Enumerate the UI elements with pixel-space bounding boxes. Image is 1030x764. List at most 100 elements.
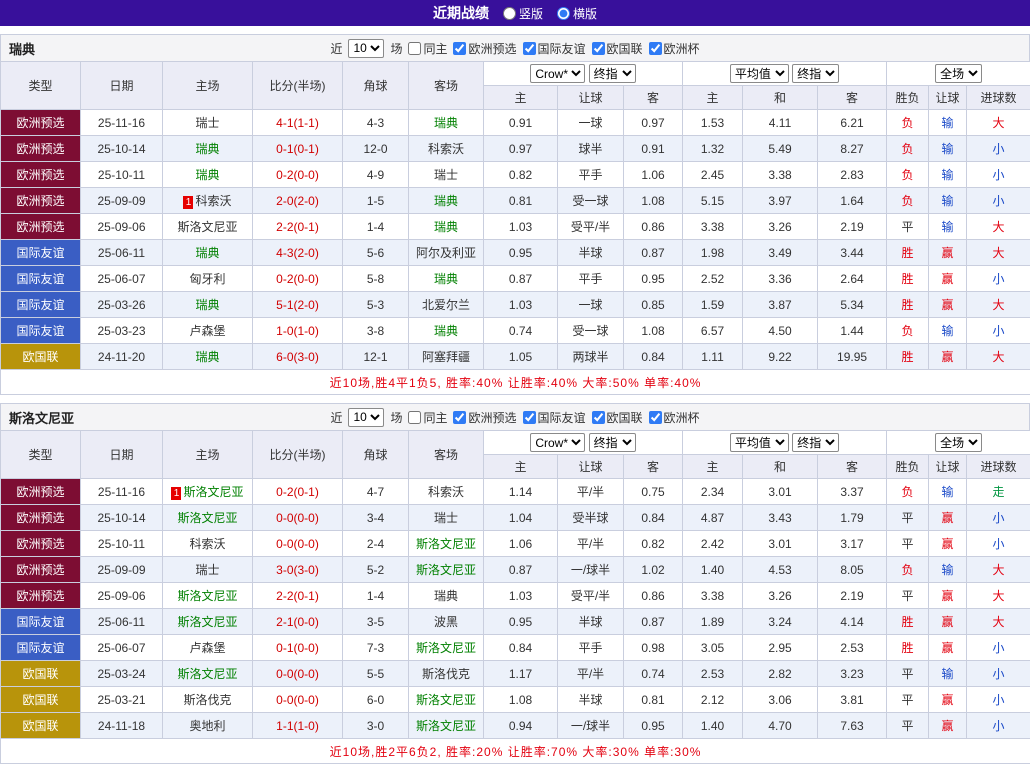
- match-score[interactable]: 0-0(0-0): [253, 687, 343, 713]
- avg-away-cell: 8.05: [818, 557, 887, 583]
- match-count-select[interactable]: 10: [348, 39, 384, 58]
- match-score[interactable]: 2-2(0-1): [253, 583, 343, 609]
- same-home-checkbox[interactable]: [408, 411, 421, 424]
- away-team-name: 斯洛文尼亚: [416, 641, 476, 655]
- handicap-cell: 平手: [558, 162, 624, 188]
- match-score[interactable]: 0-0(0-0): [253, 531, 343, 557]
- result-cell: 负: [887, 479, 929, 505]
- match-score[interactable]: 0-0(0-0): [253, 661, 343, 687]
- vertical-radio[interactable]: [503, 7, 516, 20]
- handicap-result-cell: 输: [929, 188, 967, 214]
- result-cell: 胜: [887, 292, 929, 318]
- scope-select[interactable]: 全场: [935, 64, 982, 83]
- same-home-filter[interactable]: 同主: [408, 409, 447, 426]
- same-home-filter[interactable]: 同主: [408, 40, 447, 57]
- view-option-vertical[interactable]: 竖版: [503, 5, 543, 22]
- home-team-name: 瑞典: [195, 298, 219, 312]
- match-score[interactable]: 0-2(0-0): [253, 162, 343, 188]
- avg-draw-cell: 3.06: [743, 687, 818, 713]
- match-type-badge: 国际友谊: [1, 318, 81, 344]
- home-team-cell: 奥地利: [163, 713, 253, 739]
- odds-company-select[interactable]: Crow*: [530, 433, 585, 452]
- match-score[interactable]: 5-1(2-0): [253, 292, 343, 318]
- league-filter-eurocup[interactable]: 欧洲杯: [649, 409, 700, 426]
- euro-qualifier-checkbox[interactable]: [453, 42, 466, 55]
- scope-select[interactable]: 全场: [935, 433, 982, 452]
- league-filter-eurocup[interactable]: 欧洲杯: [649, 40, 700, 57]
- average-time-select[interactable]: 终指: [792, 433, 839, 452]
- league-filter-euro-qualifier[interactable]: 欧洲预选: [453, 409, 516, 426]
- league-filter-euro-qualifier[interactable]: 欧洲预选: [453, 40, 516, 57]
- home-odds-cell: 0.84: [484, 635, 558, 661]
- match-score[interactable]: 0-2(0-0): [253, 266, 343, 292]
- eurocup-checkbox[interactable]: [649, 411, 662, 424]
- subcol-handicap: 让球: [558, 455, 624, 479]
- handicap-cell: 一球: [558, 110, 624, 136]
- eurocup-checkbox[interactable]: [649, 42, 662, 55]
- league-filter-nations[interactable]: 欧国联: [592, 40, 643, 57]
- odds-company-time-select[interactable]: 终指: [589, 64, 636, 83]
- match-date: 25-06-11: [81, 240, 163, 266]
- match-score[interactable]: 0-1(0-0): [253, 635, 343, 661]
- team-name: 斯洛文尼亚: [9, 408, 74, 427]
- away-team-cell: 瑞典: [409, 214, 484, 240]
- avg-draw-cell: 3.43: [743, 505, 818, 531]
- corner-score: 3-4: [343, 505, 409, 531]
- goals-result-cell: 大: [967, 292, 1030, 318]
- match-type-badge: 国际友谊: [1, 240, 81, 266]
- odds-company-select[interactable]: Crow*: [530, 64, 585, 83]
- col-corner: 角球: [343, 431, 409, 479]
- horizontal-radio-label: 横版: [573, 5, 597, 22]
- match-score[interactable]: 6-0(3-0): [253, 344, 343, 370]
- friendly-checkbox[interactable]: [523, 42, 536, 55]
- match-score[interactable]: 0-0(0-0): [253, 505, 343, 531]
- match-score[interactable]: 3-0(3-0): [253, 557, 343, 583]
- away-odds-cell: 1.08: [624, 318, 683, 344]
- same-home-checkbox[interactable]: [408, 42, 421, 55]
- match-score[interactable]: 2-0(2-0): [253, 188, 343, 214]
- result-cell: 平: [887, 531, 929, 557]
- handicap-result-cell: 赢: [929, 583, 967, 609]
- home-team-name: 斯洛文尼亚: [177, 511, 237, 525]
- match-score[interactable]: 1-0(1-0): [253, 318, 343, 344]
- home-team-name: 斯洛文尼亚: [183, 485, 243, 499]
- league-filter-friendly[interactable]: 国际友谊: [523, 409, 586, 426]
- nations-checkbox[interactable]: [592, 42, 605, 55]
- goals-result-cell: 大: [967, 214, 1030, 240]
- match-row: 欧洲预选25-10-11瑞典0-2(0-0)4-9瑞士0.82平手1.062.4…: [1, 162, 1030, 188]
- goals-result-cell: 小: [967, 188, 1030, 214]
- handicap-cell: 受平/半: [558, 583, 624, 609]
- odds-company-time-select[interactable]: 终指: [589, 433, 636, 452]
- match-score[interactable]: 2-1(0-0): [253, 609, 343, 635]
- corner-score: 5-8: [343, 266, 409, 292]
- match-score[interactable]: 4-3(2-0): [253, 240, 343, 266]
- handicap-result-cell: 赢: [929, 713, 967, 739]
- away-odds-cell: 1.02: [624, 557, 683, 583]
- match-date: 25-11-16: [81, 110, 163, 136]
- results-table: 类型 日期 主场 比分(半场) 角球 客场 Crow* 终指 平均值 终指 全场: [0, 61, 1030, 395]
- nations-checkbox[interactable]: [592, 411, 605, 424]
- match-date: 25-10-11: [81, 162, 163, 188]
- euro-qualifier-checkbox[interactable]: [453, 411, 466, 424]
- subcol-result: 胜负: [887, 455, 929, 479]
- view-option-horizontal[interactable]: 横版: [557, 5, 597, 22]
- average-time-select[interactable]: 终指: [792, 64, 839, 83]
- friendly-checkbox[interactable]: [523, 411, 536, 424]
- horizontal-radio[interactable]: [557, 7, 570, 20]
- match-score[interactable]: 4-1(1-1): [253, 110, 343, 136]
- away-team-name: 阿尔及利亚: [416, 246, 476, 260]
- home-team-name: 科索沃: [195, 194, 231, 208]
- match-score[interactable]: 1-1(1-0): [253, 713, 343, 739]
- avg-draw-cell: 3.24: [743, 609, 818, 635]
- team-section-sweden: 瑞典 近 10 场 同主 欧洲预选 国际友谊 欧国联 欧洲杯 类型 日期 主场 …: [0, 34, 1030, 395]
- average-select[interactable]: 平均值: [730, 64, 789, 83]
- match-score[interactable]: 0-2(0-1): [253, 479, 343, 505]
- match-count-select[interactable]: 10: [348, 408, 384, 427]
- goals-result-cell: 小: [967, 136, 1030, 162]
- league-filter-nations[interactable]: 欧国联: [592, 409, 643, 426]
- handicap-cell: 半球: [558, 687, 624, 713]
- match-score[interactable]: 0-1(0-1): [253, 136, 343, 162]
- league-filter-friendly[interactable]: 国际友谊: [523, 40, 586, 57]
- match-score[interactable]: 2-2(0-1): [253, 214, 343, 240]
- average-select[interactable]: 平均值: [730, 433, 789, 452]
